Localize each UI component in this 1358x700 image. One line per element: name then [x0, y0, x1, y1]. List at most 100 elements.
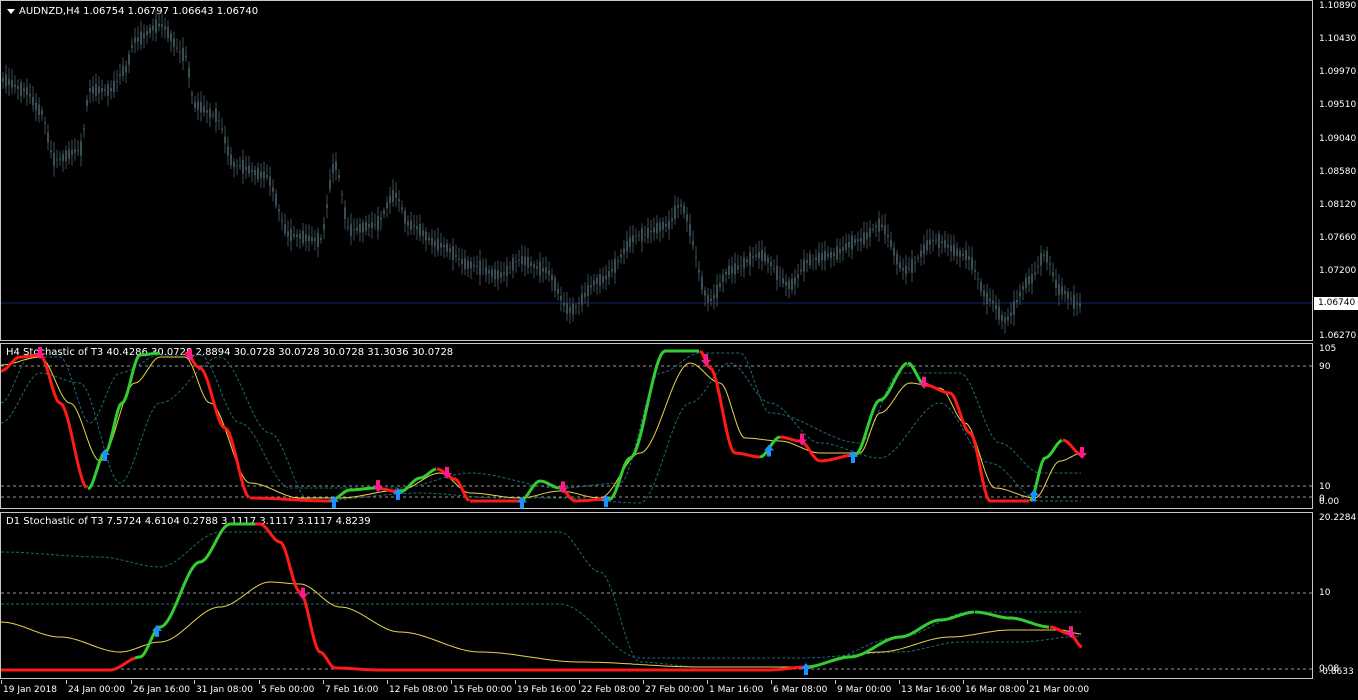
stochastic-rising — [399, 467, 437, 494]
time-label: 5 Feb 00:00 — [261, 685, 315, 695]
candle-body — [983, 290, 985, 297]
candle-body — [704, 290, 706, 296]
candle-body — [347, 226, 349, 228]
time-tick — [323, 680, 324, 684]
candle-body — [260, 171, 262, 178]
candle-body — [8, 78, 10, 85]
candle-body — [176, 47, 178, 49]
candle-body — [905, 265, 907, 275]
candle-body — [509, 267, 511, 269]
candle-body — [368, 224, 370, 228]
candle-body — [929, 239, 931, 245]
candle-body — [53, 152, 55, 166]
d1-level-label: 20.2284 — [1319, 513, 1357, 523]
candle-body — [998, 306, 1000, 320]
candle-body — [689, 223, 691, 236]
candle-body — [1013, 301, 1015, 316]
candle-body — [1046, 251, 1048, 263]
candle-body — [311, 237, 313, 242]
price-label: 1.09510 — [1319, 100, 1357, 110]
candle-body — [674, 205, 676, 220]
candle-body — [842, 247, 844, 251]
candle-body — [596, 277, 598, 284]
candle-body — [404, 210, 406, 224]
candle-body — [818, 252, 820, 263]
candle-body — [281, 220, 283, 222]
time-label: 9 Mar 00:00 — [837, 685, 892, 695]
candle-body — [539, 261, 541, 276]
time-label: 19 Feb 16:00 — [517, 685, 577, 695]
sell-arrow-icon — [373, 480, 383, 493]
candle-body — [1034, 272, 1036, 275]
time-tick — [899, 680, 900, 684]
candle-body — [920, 250, 922, 257]
candle-body — [893, 247, 895, 256]
candle-body — [47, 132, 49, 143]
candle-body — [566, 302, 568, 314]
price-label: 1.10890 — [1319, 1, 1357, 11]
candle-body — [191, 93, 193, 96]
candle-body — [734, 263, 736, 275]
candle-body — [707, 295, 709, 303]
candle-body — [824, 250, 826, 261]
candle-body — [731, 266, 733, 274]
time-tick — [835, 680, 836, 684]
candle-body — [284, 224, 286, 234]
candle-body — [485, 266, 487, 275]
candle-body — [635, 235, 637, 237]
candle-body — [701, 276, 703, 290]
candle-body — [89, 88, 91, 92]
h4-level-label: 0.00 — [1319, 497, 1340, 507]
stochastic-falling — [184, 351, 251, 499]
candle-body — [290, 228, 292, 242]
candle-body — [1070, 298, 1072, 300]
candle-body — [125, 65, 127, 73]
envelope-band — [1, 531, 1081, 668]
candle-body — [518, 259, 520, 261]
candle-body — [956, 248, 958, 256]
candle-body — [575, 306, 577, 308]
candle-body — [140, 31, 142, 45]
d1-stochastic-plot — [0, 522, 1312, 675]
stochastic-rising — [805, 610, 975, 669]
time-label: 1 Mar 16:00 — [709, 685, 764, 695]
candle-body — [506, 265, 508, 276]
candle-body — [569, 307, 571, 313]
candle-body — [227, 146, 229, 156]
sell-arrow-icon — [298, 587, 308, 600]
candle-body — [875, 225, 877, 228]
candle-body — [449, 248, 451, 253]
candle-body — [800, 269, 802, 272]
candle-body — [302, 230, 304, 244]
candle-body — [578, 303, 580, 305]
candle-body — [356, 227, 358, 231]
candle-body — [932, 239, 934, 242]
time-tick — [643, 680, 644, 684]
candle-body — [1031, 274, 1033, 284]
candle-body — [980, 281, 982, 292]
candle-body — [1061, 286, 1063, 295]
candle-body — [659, 222, 661, 232]
candle-body — [902, 268, 904, 271]
candle-body — [143, 33, 145, 38]
candle-body — [680, 204, 682, 207]
candle-body — [1079, 303, 1081, 307]
candle-body — [371, 222, 373, 229]
candle-body — [590, 285, 592, 288]
candle-body — [401, 207, 403, 210]
candle-body — [965, 250, 967, 261]
candle-body — [116, 80, 118, 82]
candle-body — [923, 244, 925, 255]
candle-body — [245, 166, 247, 170]
candle-body — [620, 254, 622, 258]
stochastic-rising — [329, 486, 381, 503]
candle-body — [161, 24, 163, 27]
candle-body — [155, 19, 157, 33]
candle-body — [1025, 277, 1027, 288]
candle-body — [101, 88, 103, 92]
candle-body — [458, 258, 460, 260]
candle-body — [419, 224, 421, 237]
h4-stochastic-plot — [0, 347, 1312, 509]
candle-body — [647, 228, 649, 238]
candle-body — [95, 84, 97, 96]
